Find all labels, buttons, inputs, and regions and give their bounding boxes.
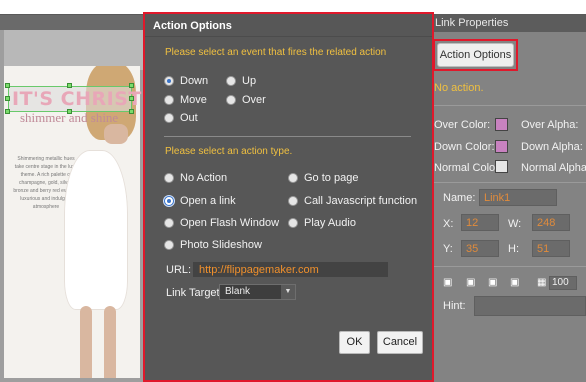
chevron-down-icon: ▼ <box>281 285 295 299</box>
align-top-icon[interactable]: ▣ <box>510 277 521 288</box>
radio-indicator <box>164 240 174 250</box>
name-label: Name: <box>443 192 476 204</box>
normal-color-swatch[interactable] <box>495 160 508 173</box>
action-label: Open Flash Window <box>180 217 280 229</box>
event-radio-out[interactable]: Out <box>164 112 198 124</box>
radio-indicator <box>226 76 236 86</box>
ok-button[interactable]: OK <box>339 331 370 354</box>
resize-handle[interactable] <box>129 109 134 114</box>
resize-handle[interactable] <box>129 96 134 101</box>
event-label: Up <box>242 75 257 87</box>
panel-divider <box>434 182 586 183</box>
cancel-button[interactable]: Cancel <box>377 331 423 354</box>
hint-label: Hint: <box>443 300 466 312</box>
w-label: W: <box>508 218 522 230</box>
action-radio-call-javascript[interactable]: Call Javascript function <box>288 195 417 207</box>
radio-indicator <box>288 218 298 228</box>
event-radio-up[interactable]: Up <box>226 75 256 87</box>
resize-handle[interactable] <box>5 83 10 88</box>
y-field[interactable]: 35 <box>461 240 499 257</box>
link-target-label: Link Target: <box>166 287 223 299</box>
link-target-select[interactable]: Blank ▼ <box>219 284 296 300</box>
align-center-icon[interactable]: ▣ <box>466 277 477 288</box>
action-radio-open-flash-window[interactable]: Open Flash Window <box>164 217 279 229</box>
action-label: Play Audio <box>304 217 356 229</box>
normal-color-label: Normal Color: <box>434 162 502 174</box>
over-alpha-label: Over Alpha: <box>521 119 579 131</box>
dialog-title: Action Options <box>153 20 232 32</box>
url-input[interactable] <box>193 262 388 277</box>
page-subtitle: shimmer and shine <box>20 110 119 125</box>
link-target-value: Blank <box>225 286 251 297</box>
zoom-field[interactable]: 100 <box>549 276 577 290</box>
radio-indicator <box>164 173 174 183</box>
over-color-label: Over Color: <box>434 119 491 131</box>
radio-indicator <box>164 196 174 206</box>
panel-divider <box>434 266 586 267</box>
action-radio-no-action[interactable]: No Action <box>164 172 227 184</box>
action-label: Photo Slideshow <box>180 239 262 251</box>
event-radio-move[interactable]: Move <box>164 94 207 106</box>
url-label: URL: <box>166 264 192 276</box>
action-instruction: Please select an action type. <box>165 146 293 157</box>
model-arm <box>104 124 128 144</box>
radio-indicator <box>288 196 298 206</box>
align-left-icon[interactable]: ▣ <box>443 277 454 288</box>
action-radio-go-to-page[interactable]: Go to page <box>288 172 358 184</box>
dialog-title-separator <box>145 36 432 37</box>
down-color-label: Down Color: <box>434 141 495 153</box>
grid-icon[interactable]: ▦ <box>537 277 548 288</box>
radio-indicator <box>164 95 174 105</box>
action-status-text: No action. <box>434 82 484 94</box>
resize-handle[interactable] <box>67 83 72 88</box>
model-leg <box>104 306 116 378</box>
event-label: Down <box>180 75 209 87</box>
action-radio-open-link[interactable]: Open a link <box>164 195 236 207</box>
x-field[interactable]: 12 <box>461 214 499 231</box>
action-radio-play-audio[interactable]: Play Audio <box>288 217 356 229</box>
event-label: Out <box>180 112 198 124</box>
radio-indicator <box>164 218 174 228</box>
event-label: Over <box>242 94 266 106</box>
y-label: Y: <box>443 243 453 255</box>
resize-handle[interactable] <box>5 109 10 114</box>
action-radio-photo-slideshow[interactable]: Photo Slideshow <box>164 239 262 251</box>
model-dress <box>64 150 128 310</box>
panel-divider <box>434 105 586 106</box>
resize-handle[interactable] <box>5 96 10 101</box>
hint-field[interactable] <box>474 296 586 316</box>
resize-handle[interactable] <box>129 83 134 88</box>
w-field[interactable]: 248 <box>532 214 570 231</box>
radio-indicator <box>288 173 298 183</box>
event-instruction: Please select an event that fires the re… <box>165 47 387 58</box>
action-label: Go to page <box>304 172 359 184</box>
event-label: Move <box>180 94 207 106</box>
name-field[interactable]: Link1 <box>479 189 557 206</box>
down-color-swatch[interactable] <box>495 140 508 153</box>
section-divider <box>164 136 411 137</box>
radio-indicator <box>164 113 174 123</box>
action-label: Open a link <box>180 195 236 207</box>
radio-indicator <box>164 76 174 86</box>
x-label: X: <box>443 218 454 230</box>
down-alpha-label: Down Alpha: <box>521 141 583 153</box>
h-field[interactable]: 51 <box>532 240 570 257</box>
model-leg <box>80 306 92 378</box>
align-right-icon[interactable]: ▣ <box>488 277 499 288</box>
over-color-swatch[interactable] <box>495 118 508 131</box>
action-label: No Action <box>180 172 228 184</box>
h-label: H: <box>508 243 519 255</box>
action-options-button[interactable]: Action Options <box>437 43 514 67</box>
event-radio-over[interactable]: Over <box>226 94 266 106</box>
properties-panel-title: Link Properties <box>430 14 586 32</box>
event-radio-down[interactable]: Down <box>164 75 208 87</box>
normal-alpha-label: Normal Alpha: <box>521 162 586 174</box>
action-label: Call Javascript function <box>304 195 418 207</box>
radio-indicator <box>226 95 236 105</box>
